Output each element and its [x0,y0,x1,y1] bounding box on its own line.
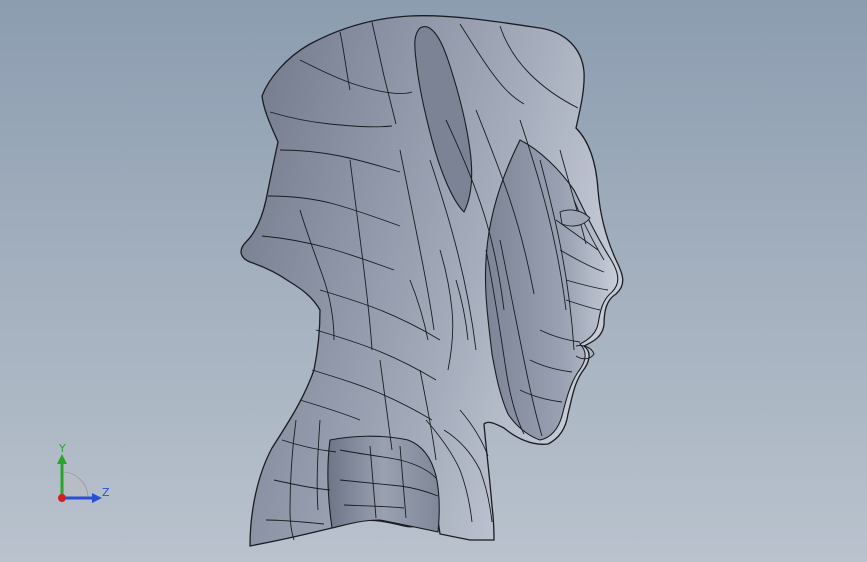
graphics-viewport[interactable]: Y Z [0,0,867,562]
triad-graphic [57,454,102,503]
orientation-triad[interactable]: Y Z [40,440,120,510]
triad-y-label: Y [59,442,66,455]
triad-z-label: Z [102,486,110,499]
head-bust-model[interactable] [0,0,867,562]
